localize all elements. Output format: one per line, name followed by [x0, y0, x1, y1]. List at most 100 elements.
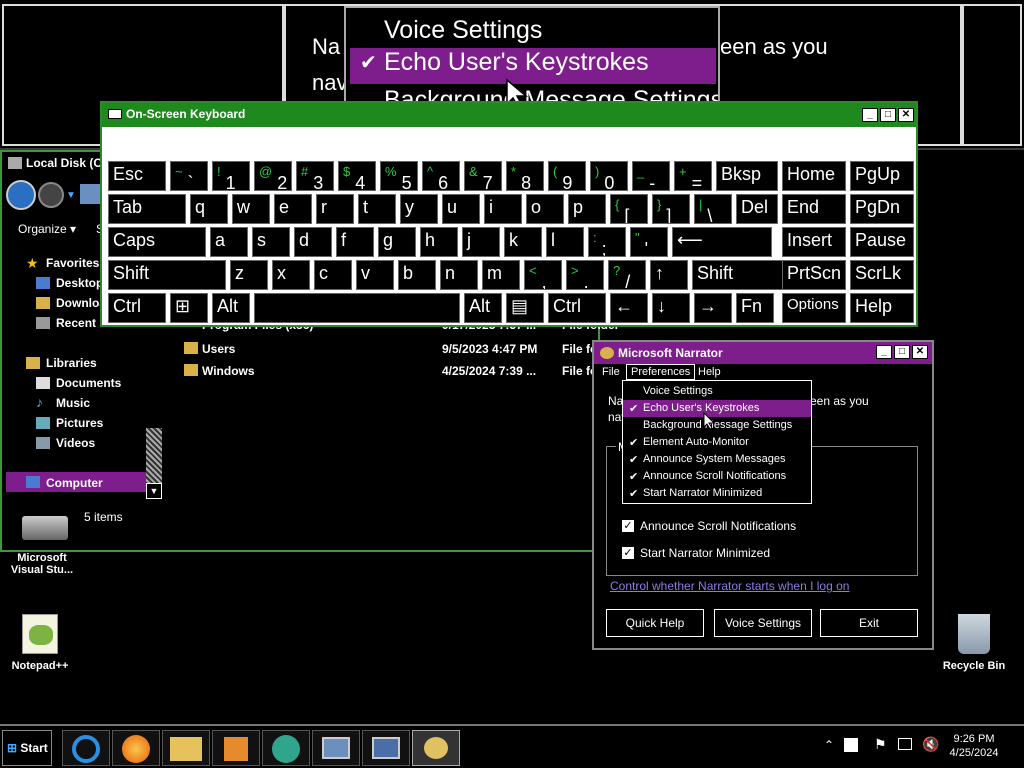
pref-menu-item[interactable]: ✔ Announce Scroll Notifications: [623, 468, 811, 485]
key-row4-6[interactable]: n: [440, 260, 478, 290]
nav-desktop[interactable]: Desktop: [56, 276, 103, 290]
key-row4-5[interactable]: b: [398, 260, 436, 290]
key-row5-5[interactable]: ▤: [506, 293, 544, 323]
key-row2-12[interactable]: } ]: [652, 194, 690, 224]
desktop-icon-visual-studio[interactable]: Microsoft Visual Stu...: [2, 552, 82, 576]
key-row4-1[interactable]: z: [230, 260, 268, 290]
key-row1-3[interactable]: @ 2: [254, 161, 292, 191]
key-row3-11[interactable]: " ': [630, 227, 668, 257]
checkbox[interactable]: ✓: [622, 520, 634, 532]
key-row4-7[interactable]: m: [482, 260, 520, 290]
media-player-icon[interactable]: [212, 730, 260, 766]
key-row2-13[interactable]: | \: [694, 194, 732, 224]
key-row3-9[interactable]: l: [546, 227, 584, 257]
key-row2-9[interactable]: o: [526, 194, 564, 224]
key-row5-3[interactable]: [254, 293, 460, 323]
key-row3-8[interactable]: k: [504, 227, 542, 257]
app-icon[interactable]: [262, 730, 310, 766]
organize-menu[interactable]: Organize ▾: [18, 222, 76, 236]
minimize-button[interactable]: _: [862, 108, 878, 122]
key-row3-6[interactable]: h: [420, 227, 458, 257]
pref-menu-item[interactable]: ✔ Element Auto-Monitor: [623, 434, 811, 451]
key-row2-3[interactable]: e: [274, 194, 312, 224]
nav-key-help[interactable]: Help: [850, 293, 914, 323]
key-row4-0[interactable]: Shift: [108, 260, 226, 290]
key-row1-0[interactable]: Esc: [108, 161, 166, 191]
nav-documents[interactable]: Documents: [56, 376, 121, 390]
key-row3-7[interactable]: j: [462, 227, 500, 257]
file-explorer-icon[interactable]: [162, 730, 210, 766]
flag-icon[interactable]: ⚑: [874, 736, 887, 753]
key-row1-12[interactable]: _ -: [632, 161, 670, 191]
key-row4-3[interactable]: c: [314, 260, 352, 290]
scroll-down-button[interactable]: ▼: [146, 483, 162, 499]
key-row2-10[interactable]: p: [568, 194, 606, 224]
close-button[interactable]: ✕: [898, 108, 914, 122]
key-row2-8[interactable]: i: [484, 194, 522, 224]
key-row3-5[interactable]: g: [378, 227, 416, 257]
nav-key-pgup[interactable]: PgUp: [850, 161, 914, 191]
close-button[interactable]: ✕: [912, 345, 928, 359]
key-row2-7[interactable]: u: [442, 194, 480, 224]
on-screen-keyboard-taskbar-icon[interactable]: [362, 730, 410, 766]
voice-settings-button[interactable]: Voice Settings: [714, 609, 812, 637]
nav-key-home[interactable]: Home: [782, 161, 846, 191]
key-row3-1[interactable]: a: [210, 227, 248, 257]
key-row2-6[interactable]: y: [400, 194, 438, 224]
key-row1-2[interactable]: ! 1: [212, 161, 250, 191]
key-row5-8[interactable]: ↓: [652, 293, 690, 323]
chevron-up-icon[interactable]: ⌃: [824, 738, 834, 752]
key-row3-10[interactable]: : ;: [588, 227, 626, 257]
key-row4-11[interactable]: ↑: [650, 260, 688, 290]
narrator-taskbar-icon[interactable]: [412, 730, 460, 766]
pref-menu-item[interactable]: ✔ Echo User's Keystrokes: [623, 400, 811, 417]
key-row1-4[interactable]: # 3: [296, 161, 334, 191]
action-center-icon[interactable]: [844, 738, 858, 752]
key-row1-10[interactable]: ( 9: [548, 161, 586, 191]
key-row5-2[interactable]: Alt: [212, 293, 250, 323]
key-row2-4[interactable]: r: [316, 194, 354, 224]
key-row4-2[interactable]: x: [272, 260, 310, 290]
key-row4-4[interactable]: v: [356, 260, 394, 290]
key-row1-6[interactable]: % 5: [380, 161, 418, 191]
clock[interactable]: 9:26 PM 4/25/2024: [946, 732, 1002, 760]
key-row3-2[interactable]: s: [252, 227, 290, 257]
key-row2-0[interactable]: Tab: [108, 194, 186, 224]
nav-computer[interactable]: Computer: [46, 476, 103, 490]
quick-help-button[interactable]: Quick Help: [606, 609, 704, 637]
key-row1-1[interactable]: ~ `: [170, 161, 208, 191]
chevron-down-icon[interactable]: ▼: [66, 190, 76, 201]
key-row2-2[interactable]: w: [232, 194, 270, 224]
pref-menu-item[interactable]: Voice Settings: [623, 383, 811, 400]
nav-videos[interactable]: Videos: [56, 436, 95, 450]
back-button[interactable]: [6, 180, 36, 210]
key-row3-12[interactable]: ⟵: [672, 227, 772, 257]
nav-key-insert[interactable]: Insert: [782, 227, 846, 257]
nav-favorites[interactable]: Favorites: [46, 256, 99, 270]
key-row1-5[interactable]: $ 4: [338, 161, 376, 191]
key-row5-7[interactable]: ←: [610, 293, 648, 323]
network-icon[interactable]: [898, 738, 912, 750]
key-row3-3[interactable]: d: [294, 227, 332, 257]
key-row4-10[interactable]: ? /: [608, 260, 646, 290]
file-row-name[interactable]: Windows: [202, 364, 255, 378]
nav-music[interactable]: Music: [56, 396, 90, 410]
key-row2-1[interactable]: q: [190, 194, 228, 224]
key-row5-0[interactable]: Ctrl: [108, 293, 166, 323]
file-row-name[interactable]: Users: [202, 342, 235, 356]
key-row1-7[interactable]: ^ 6: [422, 161, 460, 191]
minimize-button[interactable]: _: [876, 345, 892, 359]
forward-button[interactable]: [38, 182, 64, 208]
key-row5-4[interactable]: Alt: [464, 293, 502, 323]
key-row4-9[interactable]: > .: [566, 260, 604, 290]
exit-button[interactable]: Exit: [820, 609, 918, 637]
key-row2-14[interactable]: Del: [736, 194, 778, 224]
menu-preferences[interactable]: Preferences: [626, 364, 696, 380]
pref-menu-item[interactable]: ✔ Announce System Messages: [623, 451, 811, 468]
key-row3-4[interactable]: f: [336, 227, 374, 257]
nav-key-prtscn[interactable]: PrtScn: [782, 260, 846, 290]
nav-key-options[interactable]: Options: [782, 293, 846, 323]
key-row1-9[interactable]: * 8: [506, 161, 544, 191]
key-row2-11[interactable]: { [: [610, 194, 648, 224]
menu-help[interactable]: Help: [698, 366, 721, 378]
